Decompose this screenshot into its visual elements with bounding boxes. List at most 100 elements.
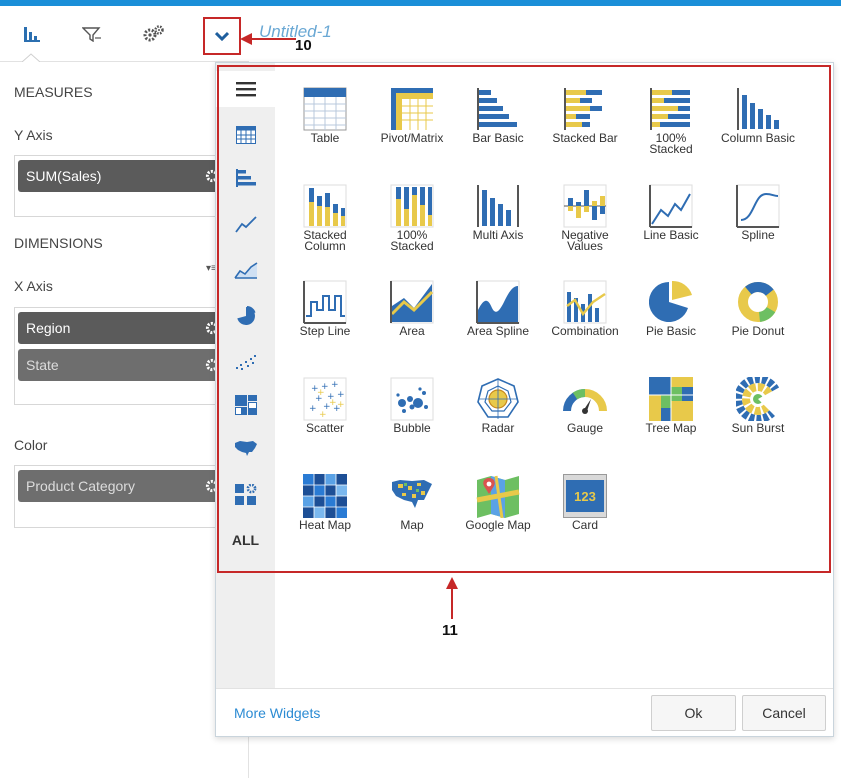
svg-text:+: + (337, 390, 345, 400)
combination-icon (563, 280, 607, 324)
widget-label: Spline (741, 228, 775, 242)
card-value: 123 (574, 489, 596, 504)
negative-values-icon (563, 184, 607, 228)
widget-label: Area Spline (466, 324, 530, 338)
widget-column-basic[interactable]: Column Basic (715, 87, 801, 177)
widget-card[interactable]: 123 Card (542, 474, 628, 564)
rail-map-charts[interactable] (216, 431, 275, 467)
widget-dropdown-button[interactable] (203, 17, 241, 55)
rail-all-widgets[interactable] (216, 71, 275, 107)
x-axis-dropzone[interactable]: Region State (14, 307, 229, 405)
card-icon: 123 (563, 474, 607, 518)
widget-bar-basic[interactable]: Bar Basic (455, 87, 541, 177)
bar-chart-icon (235, 169, 256, 187)
widget-line-basic[interactable]: Line Basic (628, 184, 714, 274)
widget-stacked-column[interactable]: Stacked Column (282, 184, 368, 274)
pivot-matrix-icon (391, 88, 433, 130)
chart-tab-button[interactable] (12, 14, 52, 54)
field-pill-label: Region (26, 320, 71, 336)
treemap-icon (234, 395, 257, 415)
widget-label: Radar (481, 421, 515, 435)
pie-donut-icon (738, 282, 778, 322)
widget-multi-axis[interactable]: Multi Axis (455, 184, 541, 274)
rail-bar-charts[interactable] (216, 160, 275, 196)
field-pill-label: SUM(Sales) (26, 168, 102, 184)
stacked-column-100-icon (390, 184, 434, 228)
widget-area-spline[interactable]: Area Spline (455, 280, 541, 370)
widget-pie-basic[interactable]: Pie Basic (628, 280, 714, 370)
rail-line-charts[interactable] (216, 206, 275, 242)
widget-google-map[interactable]: Google Map (455, 474, 541, 564)
rail-tables[interactable] (216, 117, 275, 153)
y-axis-dropzone[interactable]: SUM(Sales) (14, 155, 229, 217)
ok-button[interactable]: Ok (651, 695, 736, 731)
widget-100-stacked-bar[interactable]: 100% Stacked (628, 87, 714, 177)
widget-label: Card (571, 518, 598, 532)
widget-bubble[interactable]: Bubble (369, 377, 455, 467)
rail-area-charts[interactable] (216, 252, 275, 288)
widget-label: Area (399, 324, 425, 338)
widget-label: Negative Values (561, 228, 609, 253)
rail-scatter-charts[interactable] (216, 344, 275, 380)
widget-label: Scatter (305, 421, 344, 435)
widget-table[interactable]: Table (282, 87, 368, 177)
widget-pivot-matrix[interactable]: Pivot/Matrix (369, 87, 455, 177)
active-tab-indicator (22, 53, 40, 62)
widget-scatter[interactable]: + + + + + + + + + + + + + Scatter (282, 377, 368, 467)
scatter-icon (235, 355, 256, 370)
gauge-icon (563, 388, 607, 414)
stacked-bar-icon (564, 88, 602, 130)
bubble-icon (390, 377, 434, 421)
callout-arrow-11 (446, 577, 458, 619)
widget-negative-values[interactable]: Negative Values (542, 184, 628, 274)
color-dropzone[interactable]: Product Category (14, 465, 229, 528)
chart-tab-icon (24, 27, 40, 42)
column-basic-icon (737, 88, 779, 130)
rail-all-label[interactable]: ALL (216, 522, 275, 558)
widget-pie-donut[interactable]: Pie Donut (715, 280, 801, 370)
field-pill-label: Product Category (26, 478, 135, 494)
more-widgets-link[interactable]: More Widgets (234, 705, 320, 721)
svg-text:+: + (319, 410, 327, 420)
table-icon (235, 126, 256, 144)
widget-gauge[interactable]: Gauge (542, 377, 628, 467)
widget-map[interactable]: Map (369, 474, 455, 564)
cancel-button[interactable]: Cancel (742, 695, 826, 731)
line-chart-icon (234, 216, 257, 233)
bar-basic-icon (477, 88, 517, 130)
field-pill-region[interactable]: Region (18, 312, 227, 344)
filter-tab-button[interactable] (72, 14, 112, 54)
widget-label: Sun Burst (731, 421, 785, 435)
widget-heat-map[interactable]: Heat Map (282, 474, 368, 564)
widget-label: Map (400, 518, 424, 532)
field-pill-product-category[interactable]: Product Category (18, 470, 227, 502)
widget-sun-burst[interactable]: Sun Burst (715, 377, 801, 467)
widget-label: Gauge (566, 421, 604, 435)
table-icon (303, 87, 347, 131)
tree-map-icon (649, 377, 693, 421)
settings-tab-button[interactable] (134, 14, 174, 54)
widget-label: Tree Map (645, 421, 697, 435)
widget-label: Pivot/Matrix (380, 131, 444, 145)
area-chart-icon (233, 262, 257, 279)
step-line-icon (303, 280, 347, 324)
stacked-bar-100-icon (650, 88, 690, 130)
area-spline-icon (476, 280, 520, 324)
rail-pie-charts[interactable] (216, 298, 275, 334)
widget-radar[interactable]: Radar (455, 377, 541, 467)
widget-tree-map[interactable]: Tree Map (628, 377, 714, 467)
widget-100-stacked-column[interactable]: 100% Stacked (369, 184, 455, 274)
rail-more-widgets[interactable] (216, 477, 275, 513)
callout-number-10: 10 (295, 37, 312, 54)
widget-stacked-bar[interactable]: Stacked Bar (542, 87, 628, 177)
widget-label: Column Basic (720, 131, 796, 145)
widget-area[interactable]: Area (369, 280, 455, 370)
widget-combination[interactable]: Combination (542, 280, 628, 370)
widget-step-line[interactable]: Step Line (282, 280, 368, 370)
scatter-icon: + + + + + + + + + ++++ (303, 377, 347, 421)
field-pill-state[interactable]: State (18, 349, 227, 381)
widget-label: Google Map (465, 518, 531, 532)
field-pill-sum-sales[interactable]: SUM(Sales) (18, 160, 227, 192)
widget-spline[interactable]: Spline (715, 184, 801, 274)
rail-treemap-charts[interactable] (216, 387, 275, 423)
